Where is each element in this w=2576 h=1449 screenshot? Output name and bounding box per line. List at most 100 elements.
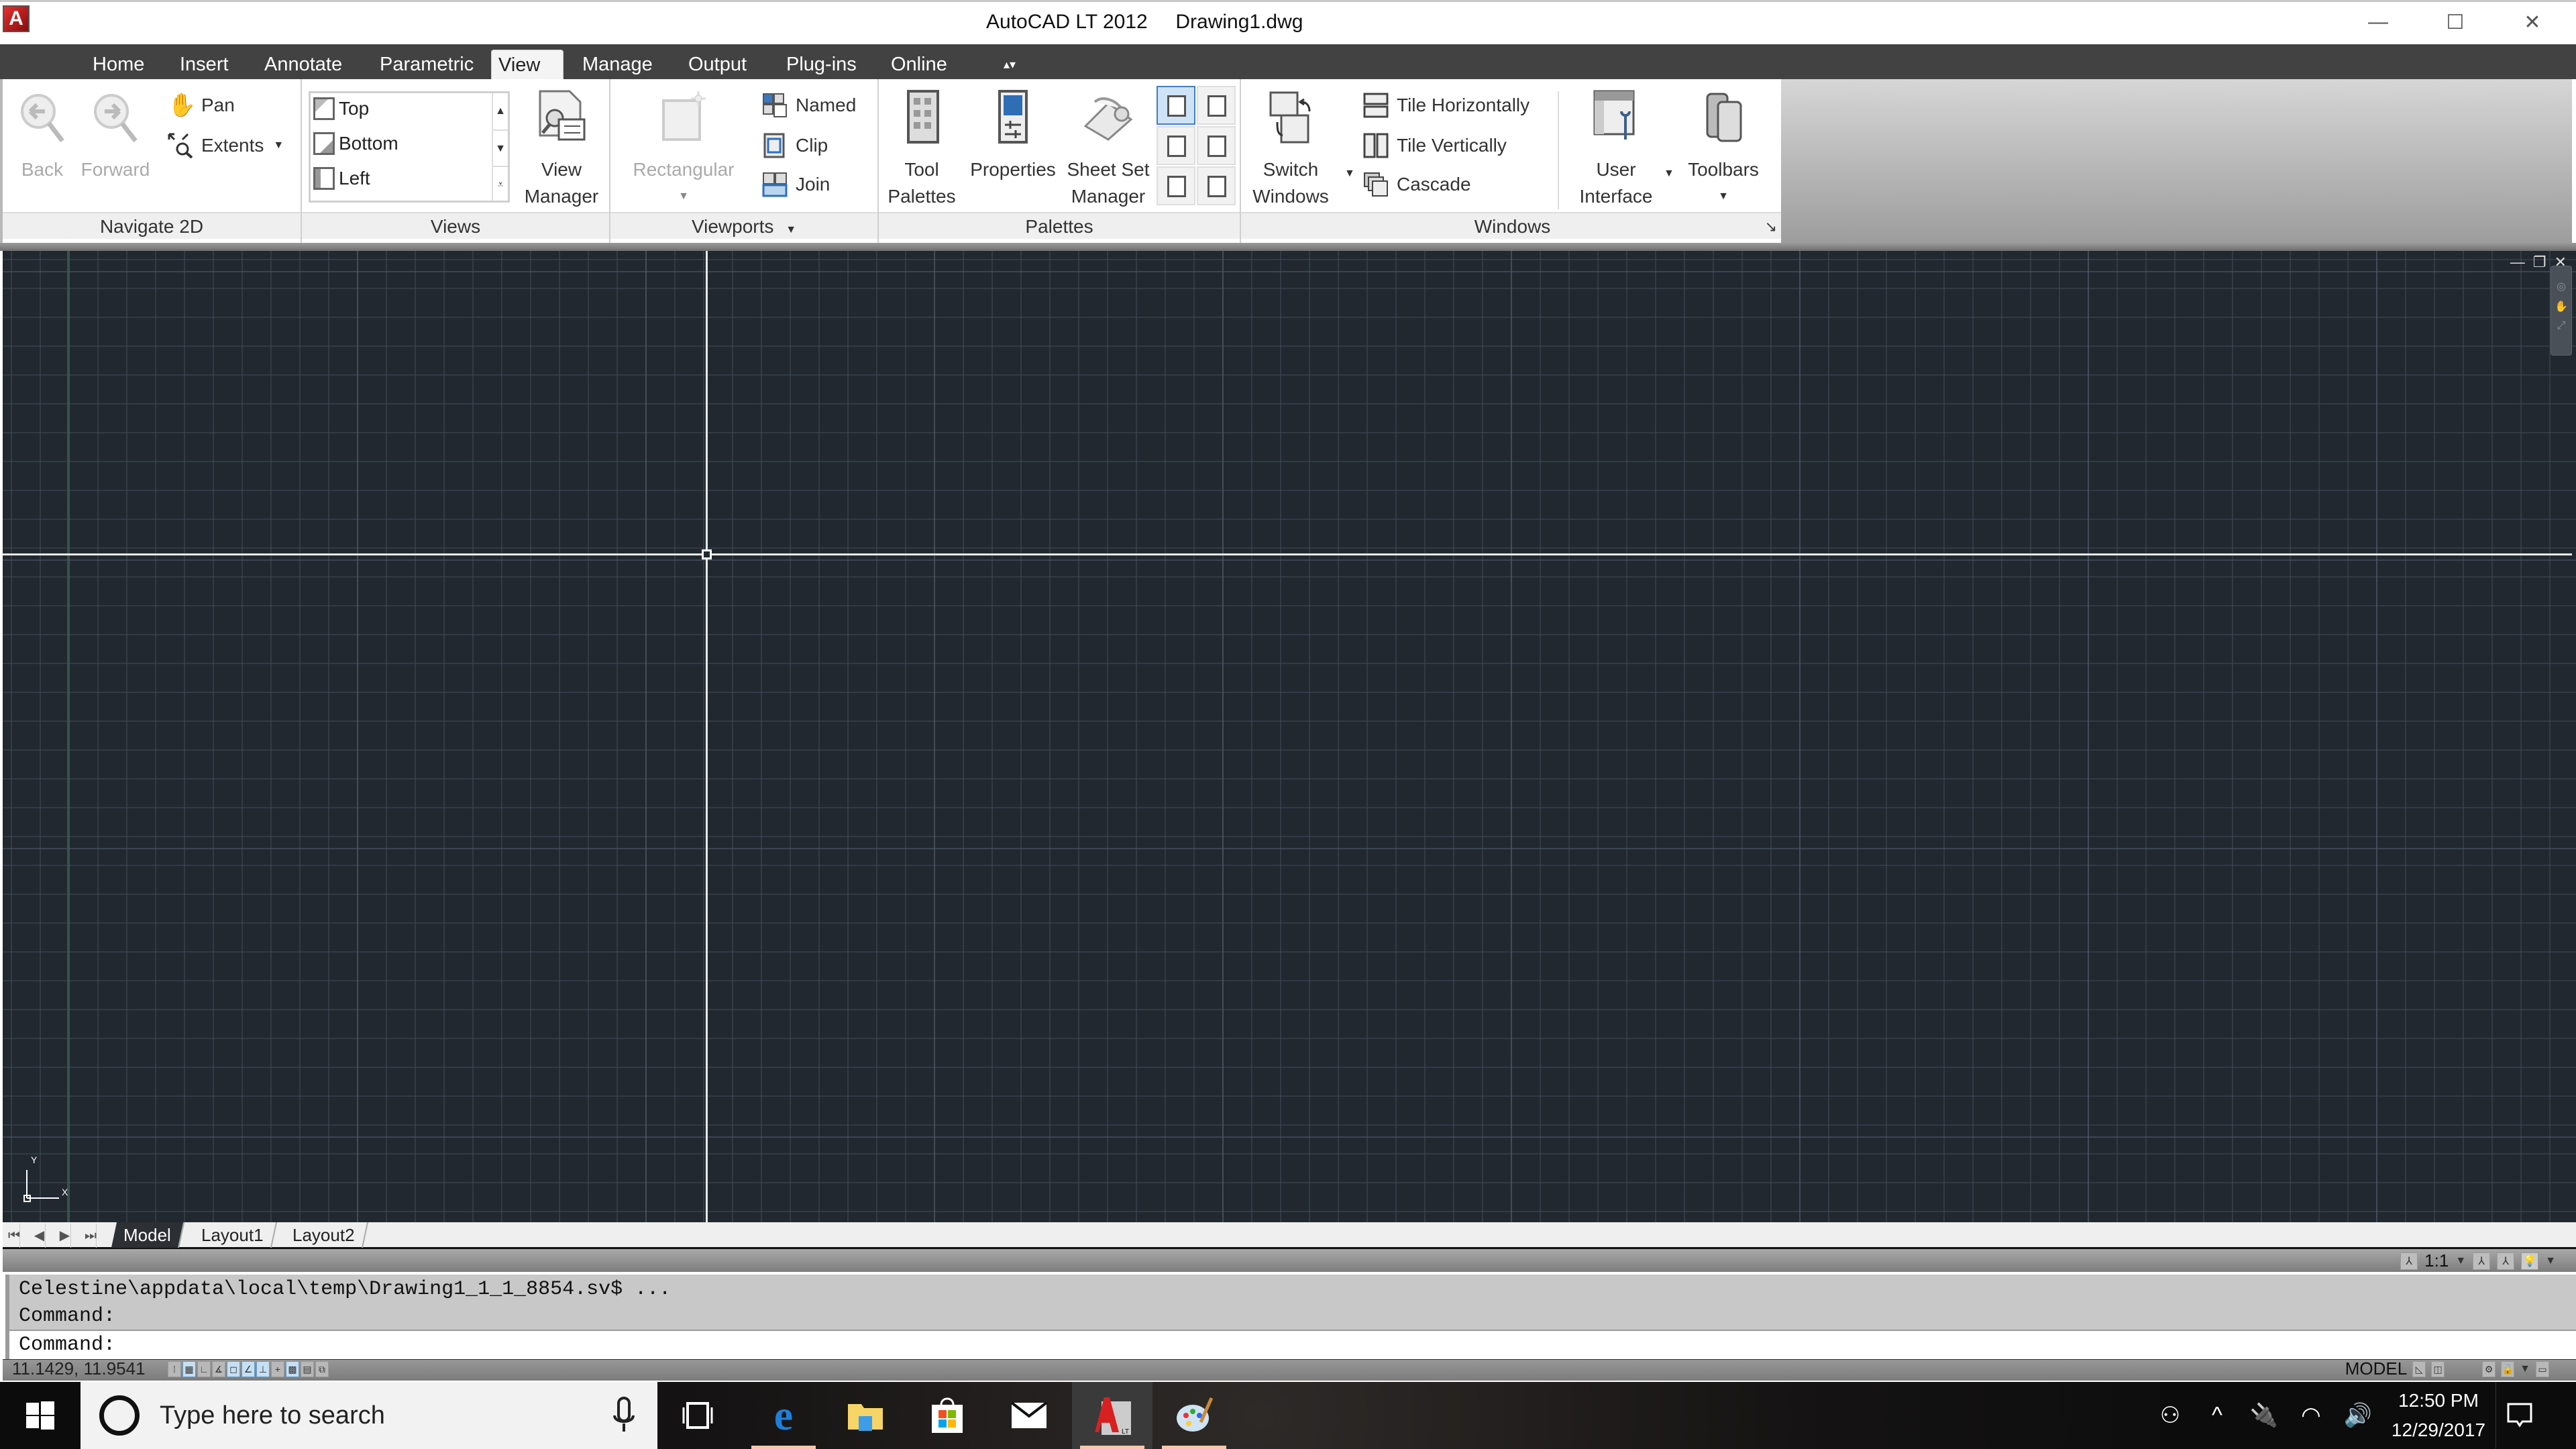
dynamic-input-toggle[interactable]: + [271,1361,284,1377]
clean-screen-icon[interactable]: ▭ [2536,1360,2549,1377]
quickcalc-toggle[interactable] [1197,126,1236,165]
panel-label-viewports[interactable]: Viewports ▼ [610,212,877,239]
taskbar-mail[interactable] [989,1382,1069,1449]
tab-home[interactable]: Home [86,50,151,79]
clip-viewport-button[interactable]: Clip [762,129,828,162]
layer-properties-toggle[interactable] [1157,166,1195,205]
switch-windows-button[interactable]: Switch Windows [1250,89,1331,210]
external-references-toggle[interactable] [1197,86,1236,125]
object-snap-tracking-toggle[interactable]: ∠ [241,1361,255,1377]
volume-icon[interactable]: 🔊 [2334,1402,2381,1429]
views-gallery[interactable]: Top Bottom Left ▲ ▼ ⩡ [309,91,510,203]
people-icon[interactable]: ⚇ [2147,1402,2194,1429]
taskbar-search-box[interactable]: Type here to search [80,1382,657,1449]
drawing-canvas[interactable] [3,251,2576,1222]
pan-button[interactable]: ✋ Pan [168,89,235,122]
tool-palettes-button[interactable]: Tool Palettes [881,89,962,210]
status-menu-icon[interactable]: ▼ [2545,1255,2556,1267]
join-viewports-button[interactable]: Join [762,168,830,201]
properties-button[interactable]: Properties [965,89,1061,183]
tab-layout2[interactable]: Layout2 [280,1222,368,1248]
microphone-icon[interactable] [610,1395,637,1436]
object-snap-toggle[interactable]: ◻ [227,1361,240,1377]
maximize-button[interactable]: ☐ [2418,4,2492,40]
expand-gallery-icon[interactable]: ⩡ [493,166,508,202]
isolate-objects-icon[interactable]: 💡 [2521,1252,2539,1270]
tab-manage[interactable]: Manage [576,50,659,79]
status-options-icon[interactable]: ▼ [2520,1363,2530,1375]
ortho-mode-toggle[interactable]: ∟ [197,1361,211,1377]
toolbars-dropdown-icon[interactable]: ▼ [1680,183,1767,210]
cascade-button[interactable]: Cascade [1363,168,1471,201]
extents-dropdown-icon[interactable]: ▼ [273,140,284,152]
tab-output[interactable]: Output [682,50,753,79]
extents-button[interactable]: Extents ▼ [168,129,284,162]
named-viewports-button[interactable]: Named [762,89,856,122]
view-item-top[interactable]: Top [313,97,369,120]
view-manager-button[interactable]: View Manager [518,89,605,210]
user-interface-dropdown-icon[interactable]: ▼ [1664,168,1674,180]
minimize-button[interactable]: — [2341,4,2415,40]
viewport-restore-icon[interactable]: ❐ [2533,254,2546,271]
quick-properties-toggle[interactable]: ▤ [301,1361,314,1377]
view-item-bottom[interactable]: Bottom [313,132,398,155]
navigation-bar[interactable]: ◎ ✋ ⤢ [2551,266,2572,356]
model-space-button[interactable]: MODEL [2345,1358,2407,1379]
tab-parametric[interactable]: Parametric [373,50,480,79]
snap-mode-toggle[interactable]: ▦ [182,1361,196,1377]
action-center-button[interactable] [2496,1382,2542,1449]
toolbar-lock-icon[interactable]: 🔓 [2501,1360,2515,1377]
ribbon-minimize-toggle[interactable]: ▴▾ [997,50,1022,79]
design-center-toggle[interactable] [1157,86,1195,125]
tile-vertically-button[interactable]: Tile Vertically [1363,129,1507,162]
task-view-button[interactable] [657,1382,738,1449]
nav-zoom-icon[interactable]: ⤢ [2551,320,2571,332]
toolbars-button[interactable]: Toolbars ▼ [1680,89,1767,210]
last-layout-button[interactable]: ⏭ [85,1224,97,1248]
tab-plug-ins[interactable]: Plug-ins [780,50,863,79]
taskbar-edge[interactable]: e [743,1382,824,1449]
wifi-icon[interactable]: ◠ [2288,1402,2334,1429]
first-layout-button[interactable]: ⏮ [8,1224,20,1248]
selection-cycling-toggle[interactable]: ⧉ [315,1361,329,1377]
tab-view[interactable]: View [491,50,564,79]
quick-view-drawings-icon[interactable]: ◫ [2431,1360,2445,1377]
polar-tracking-toggle[interactable]: ∡ [212,1361,225,1377]
scroll-down-icon[interactable]: ▼ [493,129,508,166]
sheet-set-manager-button[interactable]: Sheet Set Manager [1061,89,1155,210]
tile-horizontally-button[interactable]: Tile Horizontally [1363,89,1529,122]
steering-wheel-icon[interactable]: ◎ [2551,280,2571,293]
markup-set-manager-toggle[interactable] [1157,126,1195,165]
command-input[interactable]: Command: [5,1330,2576,1359]
clipboard-toggle[interactable] [1197,166,1236,205]
switch-windows-dropdown-icon[interactable]: ▼ [1344,168,1355,180]
previous-layout-button[interactable]: ◀ [34,1224,46,1248]
tab-annotate[interactable]: Annotate [258,50,349,79]
start-button[interactable] [0,1382,80,1449]
rectangular-viewport-button[interactable]: Rectangular ▼ [627,89,741,210]
annotation-visibility-icon[interactable]: ⅄ [2473,1252,2491,1270]
dialog-launcher-icon[interactable]: ↘ [1765,213,1777,240]
tab-online[interactable]: Online [884,50,954,79]
forward-button[interactable]: Forward [75,89,156,183]
close-button[interactable]: ✕ [2496,4,2569,40]
taskbar-paint[interactable] [1154,1382,1234,1449]
next-layout-button[interactable]: ▶ [59,1224,71,1248]
show-hidden-icons[interactable]: ^ [2194,1403,2241,1429]
coordinate-readout[interactable]: 11.1429, 11.9541 [12,1358,146,1379]
lineweight-toggle[interactable]: ▩ [286,1361,299,1377]
taskbar-store[interactable] [907,1382,987,1449]
dynamic-ucs-toggle[interactable]: ⊥ [256,1361,270,1377]
tab-model[interactable]: Model [111,1222,184,1248]
scroll-up-icon[interactable]: ▲ [493,93,508,129]
rectangular-dropdown-icon[interactable]: ▼ [627,183,741,210]
tab-layout1[interactable]: Layout1 [189,1222,277,1248]
auto-scale-icon[interactable]: ⅄ [2497,1252,2515,1270]
back-button[interactable]: Back [12,89,72,183]
taskbar-autocad-lt[interactable]: LT [1072,1382,1152,1449]
clock[interactable]: 12:50 PM 12/29/2017 [2381,1386,2496,1445]
workspace-gear-icon[interactable]: ⚙ [2482,1360,2496,1377]
quick-view-layouts-icon[interactable]: ◺ [2412,1360,2426,1377]
taskbar-file-explorer[interactable] [825,1382,906,1449]
annotation-scale-value[interactable]: 1:1 [2424,1250,2449,1271]
